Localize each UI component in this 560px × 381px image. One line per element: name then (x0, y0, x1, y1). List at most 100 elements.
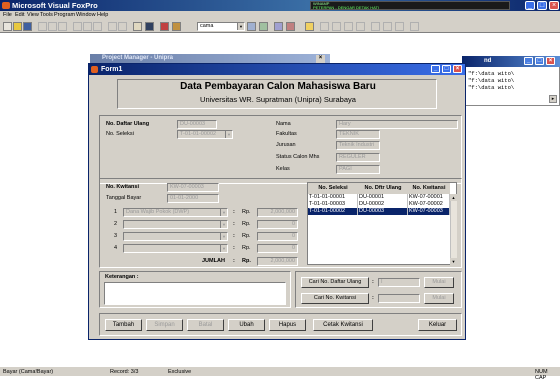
grid-scrollbar[interactable] (450, 194, 457, 265)
status-field[interactable]: REGULER (336, 153, 380, 162)
nama-field[interactable]: Hary (336, 120, 458, 129)
run-icon[interactable] (133, 22, 142, 31)
cetak-kwitansi-button[interactable]: Cetak Kwitansi (313, 319, 373, 331)
chevron-down-icon[interactable]: ▼ (220, 245, 227, 252)
copy-icon[interactable] (83, 22, 92, 31)
chevron-down-icon[interactable]: ▼ (220, 233, 227, 240)
grid-cell[interactable]: KW-07-00002 (408, 201, 450, 208)
modify-form-icon[interactable] (145, 22, 154, 31)
menu-file[interactable]: File (3, 12, 12, 18)
maximize-icon[interactable]: □ (537, 1, 547, 10)
close-icon[interactable]: × (546, 57, 555, 65)
coverage-icon[interactable] (395, 22, 404, 31)
payment-amount-field[interactable]: 0 (257, 220, 298, 229)
maximize-icon[interactable]: □ (442, 65, 451, 73)
view-window-icon[interactable] (274, 22, 283, 31)
chevron-down-icon[interactable]: ▼ (225, 131, 232, 138)
grid-cell[interactable]: KW-07-00001 (408, 194, 450, 201)
class-browser-icon[interactable] (371, 22, 380, 31)
minimize-icon[interactable]: _ (524, 57, 533, 65)
minimize-icon[interactable]: _ (525, 1, 535, 10)
print-icon[interactable] (38, 22, 47, 31)
grid-header-no-daftar[interactable]: No. Dftr Ulang (358, 183, 408, 194)
payment-item-dropdown[interactable]: ▼ (123, 220, 228, 229)
maximize-icon[interactable]: □ (535, 57, 544, 65)
menu-edit[interactable]: Edit (15, 12, 24, 18)
menu-program[interactable]: Program (54, 12, 75, 18)
menu-window[interactable]: Window (76, 12, 96, 18)
payment-amount-field[interactable]: 0 (257, 244, 298, 253)
grid-header-no-seleksi[interactable]: No. Seleksi (308, 183, 358, 194)
keterangan-textarea[interactable] (104, 282, 286, 305)
grid-cell[interactable]: DU-00002 (358, 201, 408, 208)
database-combo[interactable]: cama ▼ (197, 22, 245, 31)
keluar-button[interactable]: Keluar (418, 319, 457, 331)
database-icon[interactable] (160, 22, 169, 31)
grid-cell-selected[interactable]: DU-00003 (358, 208, 408, 215)
cut-icon[interactable] (73, 22, 82, 31)
grid-cell[interactable]: DU-00001 (358, 194, 408, 201)
kelas-field[interactable]: PAGI (336, 165, 380, 174)
grid-cell[interactable]: T-01-01-00001 (308, 194, 358, 201)
menu-tools[interactable]: Tools (40, 12, 53, 18)
payment-item-dropdown[interactable]: ▼ (123, 232, 228, 241)
help-icon[interactable] (305, 22, 314, 31)
scroll-up-icon[interactable]: ▲ (450, 194, 457, 201)
menu-help[interactable]: Help (97, 12, 108, 18)
undo-icon[interactable] (108, 22, 117, 31)
records-grid[interactable]: No. Seleksi No. Dftr Ulang No. Kwitansi … (307, 182, 457, 265)
label-icon[interactable] (332, 22, 341, 31)
cari-kwitansi-input[interactable] (378, 294, 420, 303)
menu-designer-icon[interactable] (356, 22, 365, 31)
minimize-icon[interactable]: _ (431, 65, 440, 73)
paste-icon[interactable] (93, 22, 102, 31)
batal-button[interactable]: Batal (187, 319, 224, 331)
tambah-button[interactable]: Tambah (105, 319, 142, 331)
cari-daftar-ulang-button[interactable]: Cari No. Daftar Ulang (301, 277, 369, 288)
payment-amount-field[interactable]: 0 (257, 232, 298, 241)
simpan-button[interactable]: Simpan (146, 319, 183, 331)
jurusan-field[interactable]: Teknik Industri (336, 141, 380, 150)
toolbox-icon[interactable] (410, 22, 419, 31)
grid-cell-selected[interactable]: T-01-01-00002 (308, 208, 358, 215)
preview-icon[interactable] (48, 22, 57, 31)
query-icon[interactable] (344, 22, 353, 31)
payment-amount-field[interactable]: 2,000,000 (257, 208, 298, 217)
close-icon[interactable]: × (549, 1, 559, 10)
cari-daftar-input[interactable]: I (378, 278, 420, 287)
scroll-right-icon[interactable]: ▸ (549, 95, 557, 103)
jumlah-field[interactable]: 2,000,000 (257, 257, 298, 266)
hapus-button[interactable]: Hapus (269, 319, 306, 331)
save-icon[interactable] (23, 22, 32, 31)
chevron-down-icon[interactable]: ▼ (220, 209, 227, 216)
winamp-mini-player[interactable]: WINAMP PETERPAN - DENGAR DETAK HATI (310, 1, 510, 10)
cari-kwitansi-button[interactable]: Cari No. Kwitansi (301, 293, 369, 304)
chevron-down-icon[interactable]: ▼ (220, 221, 227, 228)
close-icon[interactable]: × (453, 65, 462, 73)
payment-item-dropdown[interactable]: Dana Wajib Pokok (DWP) ▼ (123, 208, 228, 217)
close-icon[interactable]: × (316, 55, 325, 63)
new-file-icon[interactable] (3, 22, 12, 31)
form-wizard-icon[interactable] (286, 22, 295, 31)
command-window-icon[interactable] (259, 22, 268, 31)
fakultas-field[interactable]: TEKNIK (336, 130, 380, 139)
no-kwitansi-field[interactable]: KW-07-00003 (167, 183, 219, 192)
chevron-down-icon[interactable]: ▼ (237, 23, 244, 30)
scroll-down-icon[interactable]: ▼ (450, 258, 457, 265)
ubah-button[interactable]: Ubah (228, 319, 265, 331)
no-seleksi-dropdown[interactable]: T-01-01-00002 ▼ (177, 130, 233, 139)
grid-cell-selected[interactable]: KW-07-00003 (408, 208, 450, 215)
grid-cell[interactable]: T-01-01-00003 (308, 201, 358, 208)
open-folder-icon[interactable] (13, 22, 22, 31)
spellcheck-icon[interactable] (58, 22, 67, 31)
data-session-icon[interactable] (247, 22, 256, 31)
component-gallery-icon[interactable] (383, 22, 392, 31)
no-daftar-field[interactable]: DU-00003 (177, 120, 217, 129)
payment-item-dropdown[interactable]: ▼ (123, 244, 228, 253)
report-icon[interactable] (320, 22, 329, 31)
redo-icon[interactable] (118, 22, 127, 31)
mulai-kwitansi-button[interactable]: Mulai (424, 293, 454, 304)
mulai-daftar-button[interactable]: Mulai (424, 277, 454, 288)
grid-header-no-kwitansi[interactable]: No. Kwitansi (408, 183, 450, 194)
tanggal-field[interactable]: 01-01-2000 (167, 194, 219, 203)
